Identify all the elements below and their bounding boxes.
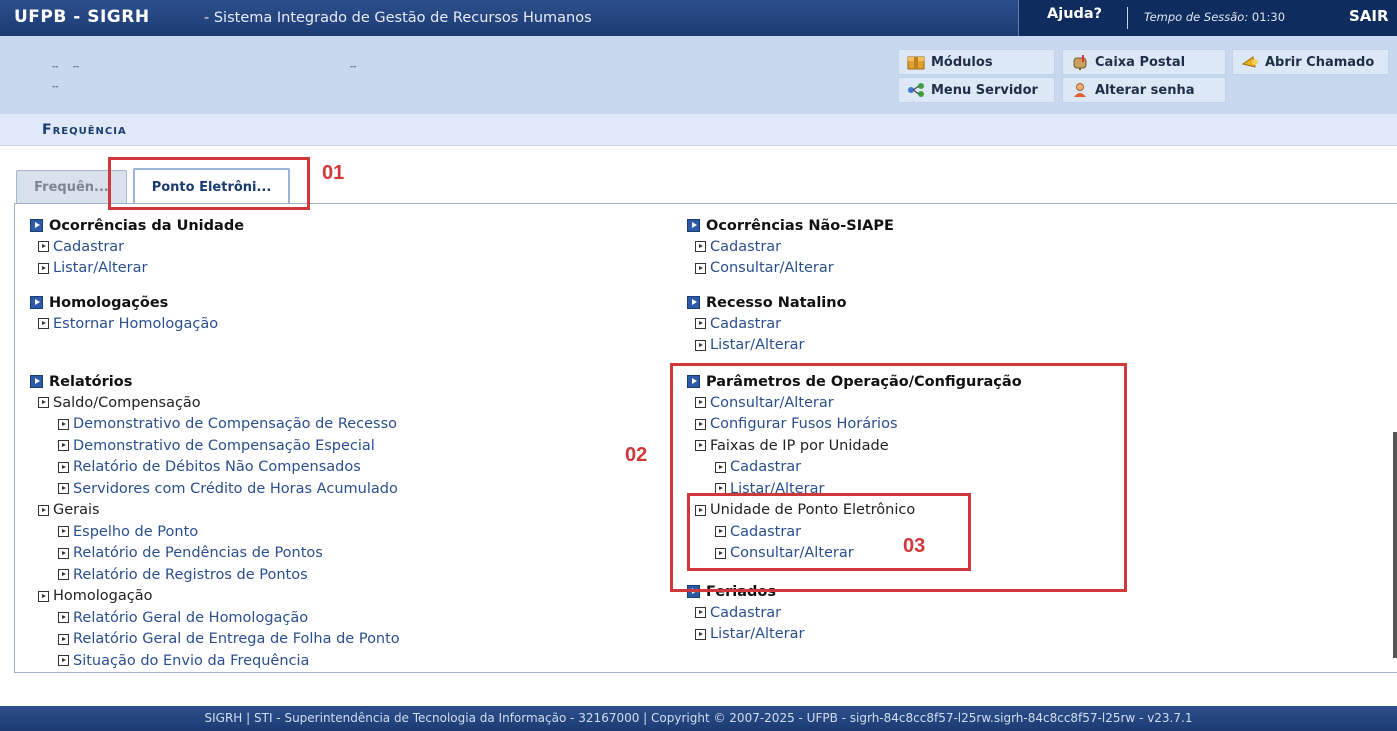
tab-label[interactable]: Frequên... — [34, 180, 109, 195]
group-ocorrencias-nao-siape: Ocorrências Não-SIAPE Cadastrar Consulta… — [687, 215, 894, 279]
masked-user-info: -- — [52, 82, 59, 92]
modules-label[interactable]: Módulos — [931, 55, 993, 70]
menu-item[interactable]: Cadastrar — [687, 313, 847, 335]
menu-item[interactable]: Servidores com Crédito de Horas Acumulad… — [30, 478, 400, 500]
group-title: Relatórios — [30, 371, 400, 392]
masked-user-info: -- — [350, 62, 357, 72]
annotation-label-01: 01 — [322, 162, 345, 184]
section-header: Frequência — [0, 114, 1397, 146]
open-ticket-button[interactable]: Abrir Chamado — [1232, 49, 1389, 75]
footer: SIGRH | STI - Superintendência de Tecnol… — [0, 706, 1397, 731]
arrow-icon — [695, 262, 706, 274]
bullet-icon — [687, 219, 700, 232]
arrow-icon — [695, 339, 706, 351]
arrow-icon — [58, 547, 69, 559]
footer-text: SIGRH | STI - Superintendência de Tecnol… — [204, 711, 1193, 725]
annotation-label-02: 02 — [625, 444, 648, 466]
menu-item[interactable]: Demonstrativo de Compensação de Recesso — [30, 414, 400, 436]
package-icon — [907, 56, 925, 70]
session-timer: Tempo de Sessão: 01:30 — [1134, 0, 1341, 36]
arrow-icon — [58, 633, 69, 645]
arrow-icon — [58, 655, 69, 667]
arrow-icon — [58, 461, 69, 473]
system-title: UFPB - SIGRH — [14, 7, 150, 27]
logout-label[interactable]: SAIR — [1349, 7, 1389, 25]
user-key-icon — [1074, 83, 1086, 97]
menu-item[interactable]: Relatório de Pendências de Pontos — [30, 543, 400, 565]
modules-button[interactable]: Módulos — [898, 49, 1055, 75]
group-recesso-natalino: Recesso Natalino Cadastrar Listar/Altera… — [687, 292, 847, 356]
scrollbar[interactable] — [1393, 432, 1397, 658]
menu-item[interactable]: Listar/Alterar — [687, 624, 804, 646]
arrow-icon — [695, 607, 706, 619]
bullet-icon — [30, 219, 43, 232]
arrow-icon — [38, 241, 49, 253]
arrow-icon — [38, 318, 49, 330]
system-name: - Sistema Integrado de Gestão de Recurso… — [204, 10, 592, 26]
session-label: Tempo de Sessão: 01:30 — [1144, 10, 1286, 24]
menu-item[interactable]: Consultar/Alterar — [687, 258, 894, 280]
arrow-icon — [695, 241, 706, 253]
bullet-icon — [30, 375, 43, 388]
submenu-label: Homologação — [30, 586, 400, 608]
arrow-icon — [58, 612, 69, 624]
logout-button[interactable]: SAIR — [1341, 0, 1397, 36]
menu-item[interactable]: Listar/Alterar — [687, 335, 847, 357]
menu-item[interactable]: Espelho de Ponto — [30, 521, 400, 543]
arrow-icon — [58, 526, 69, 538]
menu-item[interactable]: Relatório Geral de Homologação — [30, 607, 400, 629]
page-title: Frequência — [42, 122, 127, 138]
annotation-label-03: 03 — [903, 535, 926, 557]
group-title: Recesso Natalino — [687, 292, 847, 313]
bullet-icon — [30, 296, 43, 309]
submenu-label: Gerais — [30, 500, 400, 522]
arrow-icon — [58, 418, 69, 430]
arrow-icon — [38, 504, 49, 516]
help-link[interactable]: Ajuda? — [1018, 0, 1134, 36]
menu-item[interactable]: Relatório de Registros de Pontos — [30, 564, 400, 586]
server-menu-label[interactable]: Menu Servidor — [931, 83, 1038, 98]
arrow-icon — [58, 483, 69, 495]
menu-item[interactable]: Relatório de Débitos Não Compensados — [30, 457, 400, 479]
mailbox-icon — [1073, 55, 1087, 70]
masked-user-info: -- -- — [52, 62, 80, 72]
server-menu-button[interactable]: Menu Servidor — [898, 77, 1055, 103]
group-title: Homologações — [30, 292, 218, 313]
arrow-icon — [38, 590, 49, 602]
menu-item[interactable]: Listar/Alterar — [30, 258, 244, 280]
change-password-button[interactable]: Alterar senha — [1062, 77, 1226, 103]
menu-item[interactable]: Demonstrativo de Compensação Especial — [30, 435, 400, 457]
menu-item[interactable]: Estornar Homologação — [30, 313, 218, 335]
arrow-icon — [58, 440, 69, 452]
arrow-icon — [695, 318, 706, 330]
group-title: Ocorrências Não-SIAPE — [687, 215, 894, 236]
menu-item[interactable]: Situação do Envio da Frequência — [30, 650, 400, 672]
group-relatorios: Relatórios Saldo/Compensação Demonstrati… — [30, 371, 400, 672]
divider — [1127, 7, 1128, 29]
change-password-label[interactable]: Alterar senha — [1095, 83, 1195, 98]
submenu-label: Saldo/Compensação — [30, 392, 400, 414]
arrow-icon — [58, 569, 69, 581]
session-time: 01:30 — [1251, 10, 1286, 24]
arrow-icon — [38, 397, 49, 409]
menu-item[interactable]: Cadastrar — [30, 236, 244, 258]
group-title: Ocorrências da Unidade — [30, 215, 244, 236]
menu-item[interactable]: Cadastrar — [687, 236, 894, 258]
bullet-icon — [687, 296, 700, 309]
menu-item[interactable]: Relatório Geral de Entrega de Folha de P… — [30, 629, 400, 651]
megaphone-icon — [1241, 56, 1258, 68]
mailbox-label[interactable]: Caixa Postal — [1095, 55, 1185, 70]
group-ocorrencias-unidade: Ocorrências da Unidade Cadastrar Listar/… — [30, 215, 244, 279]
open-ticket-label[interactable]: Abrir Chamado — [1265, 55, 1374, 70]
menu-item[interactable]: Cadastrar — [687, 602, 804, 624]
help-label[interactable]: Ajuda? — [1047, 6, 1102, 22]
network-icon — [908, 83, 924, 97]
annotation-box-01 — [108, 157, 310, 210]
top-bar: UFPB - SIGRH - Sistema Integrado de Gest… — [0, 0, 1397, 36]
group-homologacoes: Homologações Estornar Homologação — [30, 292, 218, 335]
arrow-icon — [38, 262, 49, 274]
arrow-icon — [695, 628, 706, 640]
mailbox-button[interactable]: Caixa Postal — [1062, 49, 1226, 75]
annotation-box-03 — [687, 493, 971, 571]
